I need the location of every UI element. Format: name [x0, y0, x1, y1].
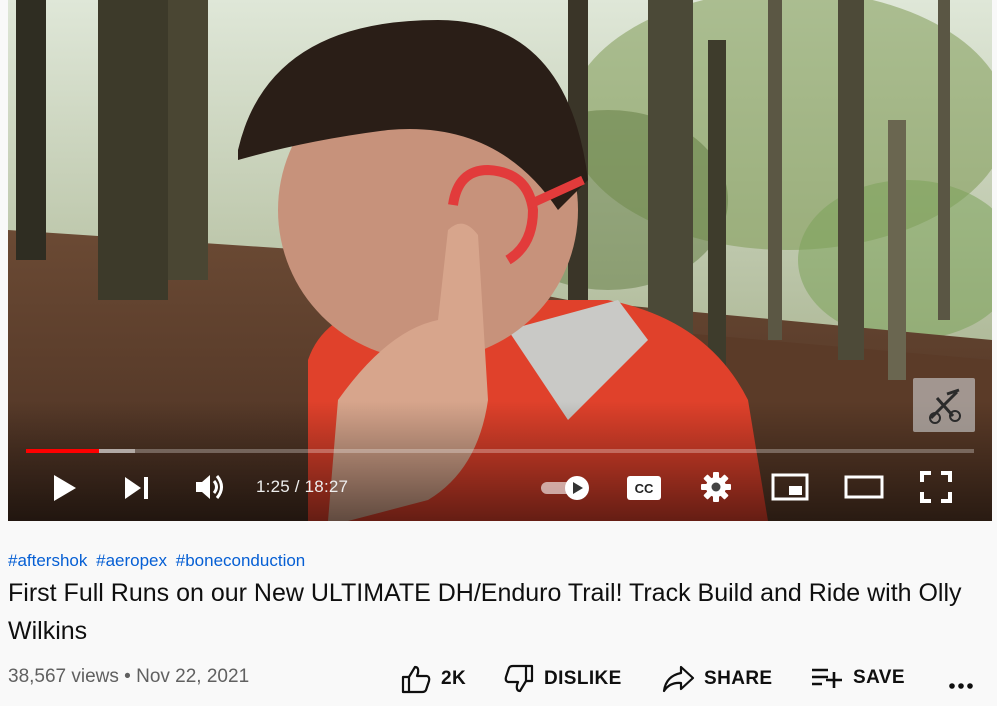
- add-to-playlist-icon: [812, 668, 842, 688]
- action-bar: 2K DISLIKE SHARE SAVE: [0, 660, 997, 698]
- dislike-button[interactable]: DISLIKE: [503, 664, 622, 694]
- share-button[interactable]: SHARE: [661, 664, 773, 694]
- next-icon: [125, 477, 148, 499]
- thumbs-down-icon: [504, 664, 534, 693]
- volume-icon: [196, 475, 223, 499]
- share-label: SHARE: [704, 668, 773, 689]
- save-button[interactable]: SAVE: [810, 664, 905, 692]
- like-count: 2K: [441, 668, 467, 689]
- miniplayer-button[interactable]: [770, 472, 810, 502]
- more-icon: [949, 683, 973, 689]
- next-button[interactable]: [120, 472, 154, 504]
- captions-button[interactable]: CC: [623, 474, 665, 502]
- hashtag-link[interactable]: #aftershok: [8, 551, 87, 570]
- like-button[interactable]: 2K: [400, 664, 466, 694]
- autoplay-toggle[interactable]: [538, 474, 594, 502]
- video-title: First Full Runs on our New ULTIMATE DH/E…: [8, 579, 962, 645]
- fullscreen-button[interactable]: [918, 470, 954, 504]
- settings-button[interactable]: [698, 470, 734, 504]
- dislike-label: DISLIKE: [544, 668, 622, 689]
- save-label: SAVE: [853, 667, 905, 688]
- theater-icon: [844, 475, 884, 499]
- progress-played: [26, 449, 99, 453]
- volume-button[interactable]: [192, 471, 228, 503]
- controls-gradient: [8, 401, 992, 521]
- autoplay-icon: [541, 476, 589, 500]
- progress-bar[interactable]: [26, 449, 974, 453]
- theater-button[interactable]: [843, 474, 885, 500]
- miniplayer-icon: [771, 473, 809, 501]
- channel-watermark[interactable]: [913, 378, 975, 432]
- hashtag-link[interactable]: #boneconduction: [176, 551, 306, 570]
- more-actions-button[interactable]: [946, 666, 976, 694]
- gear-icon: [701, 472, 731, 502]
- play-button[interactable]: [48, 472, 80, 504]
- captions-icon: CC: [627, 476, 661, 500]
- svg-text:CC: CC: [635, 481, 654, 496]
- hashtag-list: #aftershok #aeropex #boneconduction: [8, 550, 309, 572]
- time-display: 1:25 / 18:27: [256, 477, 349, 496]
- watermark-logo: [929, 388, 961, 424]
- hashtag-link[interactable]: #aeropex: [96, 551, 167, 570]
- video-player[interactable]: 1:25 / 18:27 CC: [8, 0, 992, 521]
- share-icon: [662, 665, 695, 693]
- play-icon: [54, 475, 76, 501]
- thumbs-up-icon: [401, 665, 431, 694]
- fullscreen-icon: [920, 471, 952, 503]
